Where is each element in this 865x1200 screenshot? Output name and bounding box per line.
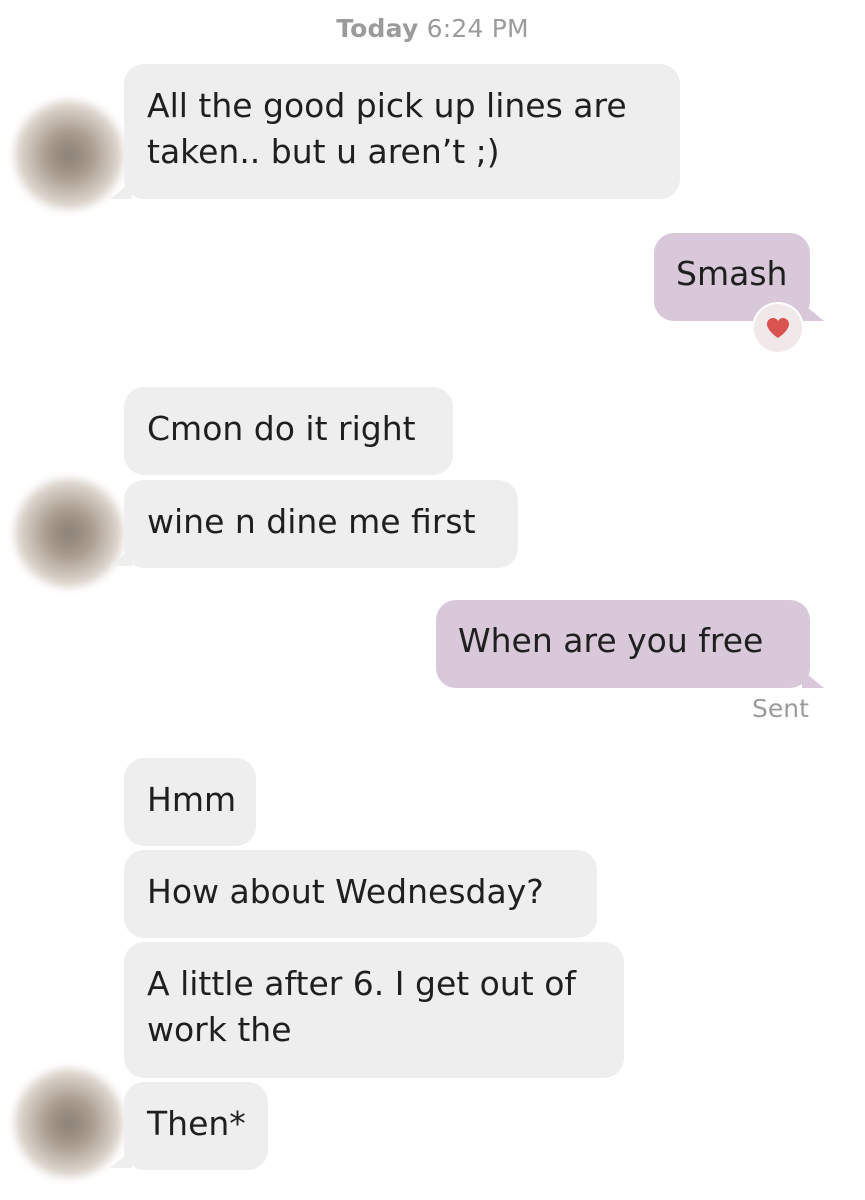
message-bubble-incoming[interactable]: Cmon do it right — [124, 387, 453, 475]
conversation-timestamp: Today 6:24 PM — [0, 14, 865, 43]
message-bubble-incoming[interactable]: wine n dine me first — [124, 480, 518, 568]
message-status: Sent — [752, 694, 809, 723]
timestamp-day: Today — [336, 14, 419, 43]
bubble-tail — [802, 670, 824, 688]
timestamp-time: 6:24 PM — [426, 14, 529, 43]
sender-avatar[interactable] — [14, 1068, 124, 1178]
sender-avatar[interactable] — [14, 100, 124, 210]
message-bubble-incoming[interactable]: How about Wednesday? — [124, 850, 597, 938]
bubble-tail — [802, 303, 824, 321]
heart-icon — [767, 318, 789, 338]
sender-avatar[interactable] — [14, 478, 124, 588]
message-bubble-outgoing[interactable]: When are you free — [436, 600, 810, 688]
message-bubble-incoming[interactable]: A little after 6. I get out of work the — [124, 942, 624, 1078]
message-bubble-incoming[interactable]: Hmm — [124, 758, 256, 846]
message-bubble-incoming[interactable]: All the good pick up lines are taken.. b… — [124, 64, 680, 199]
message-bubble-incoming[interactable]: Then* — [124, 1082, 268, 1170]
reaction-badge[interactable] — [754, 304, 802, 352]
